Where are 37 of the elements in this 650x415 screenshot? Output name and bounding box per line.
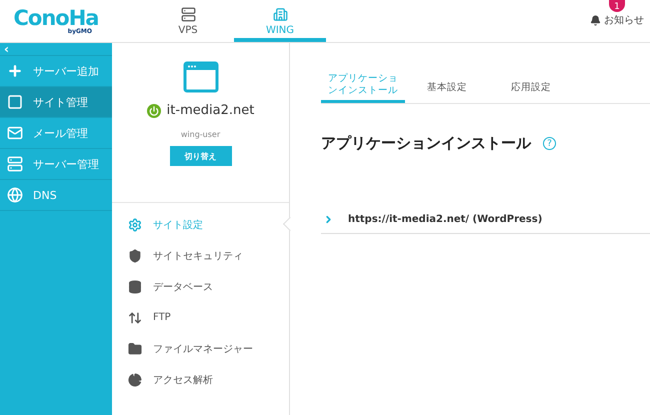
shield-icon — [128, 248, 142, 262]
conoha-logo[interactable]: ConoHa — [14, 8, 98, 28]
tab[interactable]: 基本設定 — [405, 82, 489, 103]
notification-badge: 1 — [609, 0, 625, 12]
tab[interactable]: アプリケーションインストール — [321, 73, 405, 103]
nav-tab[interactable]: VPS — [142, 0, 234, 42]
app-url: https://it-media2.net/ (WordPress) — [348, 214, 542, 224]
sidebar-item[interactable]: サイト管理 — [0, 87, 112, 118]
site-menu-item[interactable]: データベース — [112, 271, 289, 302]
site-menu-item[interactable]: ファイルマネージャー — [112, 333, 289, 364]
gear-icon — [128, 218, 142, 232]
bell-icon[interactable] — [590, 14, 601, 26]
page-title: アプリケーションインストール — [321, 134, 531, 153]
help-icon[interactable]: ? — [543, 137, 556, 150]
browser-window-icon — [182, 61, 218, 93]
site-menu-item[interactable]: FTP — [112, 302, 289, 333]
building-icon — [272, 6, 288, 22]
site-menu-item[interactable]: サイトセキュリティ — [112, 240, 289, 271]
app-row[interactable]: https://it-media2.net/ (WordPress) — [321, 205, 650, 234]
nav-tab[interactable]: WING — [234, 0, 326, 42]
switch-button[interactable]: 切り替え — [170, 146, 232, 166]
database-icon — [128, 280, 142, 294]
site-domain: it-media2.net — [166, 103, 254, 118]
up-down-arrows-icon — [128, 310, 142, 324]
plus-icon — [7, 63, 23, 79]
folder-icon — [128, 342, 142, 356]
notification-link[interactable]: お知らせ — [604, 13, 644, 27]
site-menu-item[interactable]: アクセス解析 — [112, 364, 289, 395]
square-icon — [7, 94, 23, 110]
server-icon — [7, 156, 23, 172]
envelope-icon — [7, 125, 23, 141]
pie-chart-icon — [128, 372, 142, 386]
server-icon — [180, 6, 196, 22]
globe-icon — [7, 187, 23, 203]
tab[interactable]: 応用設定 — [489, 82, 573, 103]
site-menu-item[interactable]: サイト設定 — [112, 209, 289, 240]
site-user: wing-user — [180, 130, 220, 139]
